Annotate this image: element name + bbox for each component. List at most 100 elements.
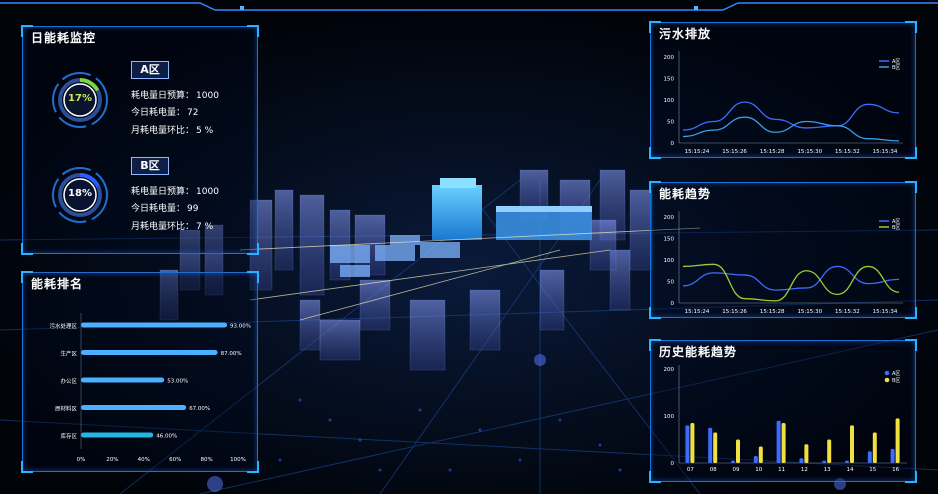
history-bar <box>753 455 758 463</box>
zone-b-percent: 18% <box>68 188 92 199</box>
history-bar <box>799 458 804 463</box>
trend-y-tick: 50 <box>667 280 674 286</box>
ranking-x-tick: 20% <box>106 457 118 463</box>
trend-y-tick: 200 <box>664 215 675 221</box>
history-x-tick: 14 <box>847 467 854 473</box>
zone-b-month: 月耗电量环比： 7 % <box>131 222 214 232</box>
zone-b-today: 今日耗电量： 99 <box>131 204 199 214</box>
ranking-bar <box>81 377 165 383</box>
panel-title: 能耗排名 <box>31 277 84 291</box>
history-bar <box>781 423 786 463</box>
history-bar <box>758 446 763 463</box>
ranking-x-tick: 0% <box>77 457 86 463</box>
sewage-chart: 0 50 100 150 200 15:15:24 15:15:26 15:15:28 15:1… <box>664 51 903 155</box>
sewage-x-tick: 15:15:28 <box>760 149 785 155</box>
ranking-category-label: 原材料区 <box>55 405 78 413</box>
ranking-value-label: 67.00% <box>189 406 210 412</box>
trend-chart: 0 50 100 150 200 15:15:24 15:15:26 15:15:28 15:1… <box>664 211 903 315</box>
ranking-value-label: 53.00% <box>167 379 188 385</box>
history-legend-swatch <box>884 377 890 383</box>
history-legend-swatch <box>884 370 890 376</box>
trend-x-tick: 15:15:28 <box>760 309 785 315</box>
trend-legend-label: B区 <box>892 225 900 231</box>
history-bar <box>690 423 695 463</box>
history-bar <box>776 420 781 463</box>
history-bar <box>867 451 872 463</box>
trend-y-tick: 0 <box>671 301 675 307</box>
sewage-legend-label: B区 <box>892 65 900 71</box>
history-bar <box>872 432 877 463</box>
sewage-y-tick: 0 <box>671 141 675 147</box>
ranking-panel: 能耗排名 污水处理区 93.00% 生产区 87.00% 办公区 53.00% 原材料区 67… <box>21 271 259 473</box>
history-legend-label: B区 <box>892 378 900 384</box>
ranking-bar <box>81 350 218 355</box>
zone-a-budget: 耗电量日预算： 1000 <box>131 91 219 101</box>
history-bar <box>685 425 690 463</box>
history-bar <box>804 444 809 463</box>
sewage-x-tick: 15:15:32 <box>835 149 860 155</box>
history-x-tick: 07 <box>687 467 694 473</box>
trend-x-tick: 15:15:24 <box>685 309 710 315</box>
ranking-x-tick: 100% <box>230 457 246 463</box>
ranking-category-label: 生产区 <box>60 350 77 358</box>
zone-a-month: 月耗电量环比： 5 % <box>131 126 214 136</box>
sewage-y-tick: 150 <box>664 77 675 83</box>
history-bar <box>895 418 900 463</box>
history-chart: 0 100 200 07 08 09 10 11 12 13 14 15 16 A区B区 <box>664 365 907 473</box>
history-bar <box>713 432 718 463</box>
ranking-x-tick: 80% <box>200 457 212 463</box>
ranking-x-tick: 60% <box>169 457 181 463</box>
ranking-value-label: 87.00% <box>221 351 242 357</box>
history-panel: 历史能耗趋势 0 100 200 07 08 09 10 11 12 13 14 15 16 A区 B区 <box>649 339 917 483</box>
history-x-tick: 11 <box>778 467 785 473</box>
sewage-x-tick: 15:15:26 <box>722 149 747 155</box>
history-bar <box>822 460 827 463</box>
history-bar <box>890 448 895 463</box>
history-x-tick: 13 <box>824 467 831 473</box>
panel-title: 日能耗监控 <box>31 31 97 45</box>
sewage-panel: 污水排放 0 50 100 150 200 15:15:24 15:15:26 15:15:2… <box>649 21 917 159</box>
history-bar <box>845 460 849 463</box>
zone-a-percent: 17% <box>68 93 92 104</box>
sewage-x-tick: 15:15:24 <box>685 149 710 155</box>
sewage-y-tick: 50 <box>667 120 674 126</box>
trend-x-tick: 15:15:30 <box>797 309 822 315</box>
sewage-series-line <box>682 116 900 142</box>
top-frame <box>0 2 938 11</box>
trend-x-tick: 15:15:34 <box>873 309 898 315</box>
history-y-tick: 200 <box>664 367 675 373</box>
zone-a-today: 今日耗电量： 72 <box>131 108 199 118</box>
history-y-tick: 0 <box>671 461 675 467</box>
sewage-series-line <box>682 101 900 131</box>
history-legend-label: A区 <box>892 371 900 377</box>
trend-x-tick: 15:15:32 <box>835 309 860 315</box>
zone-a-tag: A区 <box>131 61 169 79</box>
history-y-tick: 100 <box>664 414 675 420</box>
trend-y-tick: 150 <box>664 237 675 243</box>
ranking-bar <box>81 432 154 438</box>
history-x-tick: 08 <box>710 467 717 473</box>
trend-series-line <box>682 263 900 302</box>
history-x-tick: 09 <box>733 467 740 473</box>
trend-x-tick: 15:15:26 <box>722 309 747 315</box>
zone-b-tag: B区 <box>131 157 169 175</box>
daily-monitor-panel: 日能耗监控 17% A区 耗电量日预算： 1000 今日耗电量： 72 月耗电量环比… <box>21 25 259 255</box>
sewage-x-tick: 15:15:34 <box>873 149 898 155</box>
history-bar <box>731 460 735 463</box>
sewage-y-tick: 100 <box>664 98 675 104</box>
sewage-x-tick: 15:15:30 <box>797 149 822 155</box>
zone-b-budget: 耗电量日预算： 1000 <box>131 187 219 197</box>
ranking-bar <box>81 405 187 410</box>
history-x-tick: 15 <box>869 467 876 473</box>
ranking-x-tick: 40% <box>138 457 150 463</box>
sewage-y-tick: 200 <box>664 55 675 61</box>
history-bar <box>827 439 832 463</box>
ranking-category-label: 库存区 <box>60 432 77 440</box>
ranking-value-label: 46.00% <box>156 434 177 440</box>
ranking-value-label: 93.00% <box>230 324 251 330</box>
history-bar <box>736 439 740 463</box>
ranking-category-label: 办公区 <box>60 377 77 385</box>
trend-panel: 能耗趋势 0 50 100 150 200 15:15:24 15:15:26 15:15:2… <box>649 181 917 319</box>
ranking-category-label: 污水处理区 <box>49 322 77 330</box>
history-x-tick: 16 <box>892 467 899 473</box>
